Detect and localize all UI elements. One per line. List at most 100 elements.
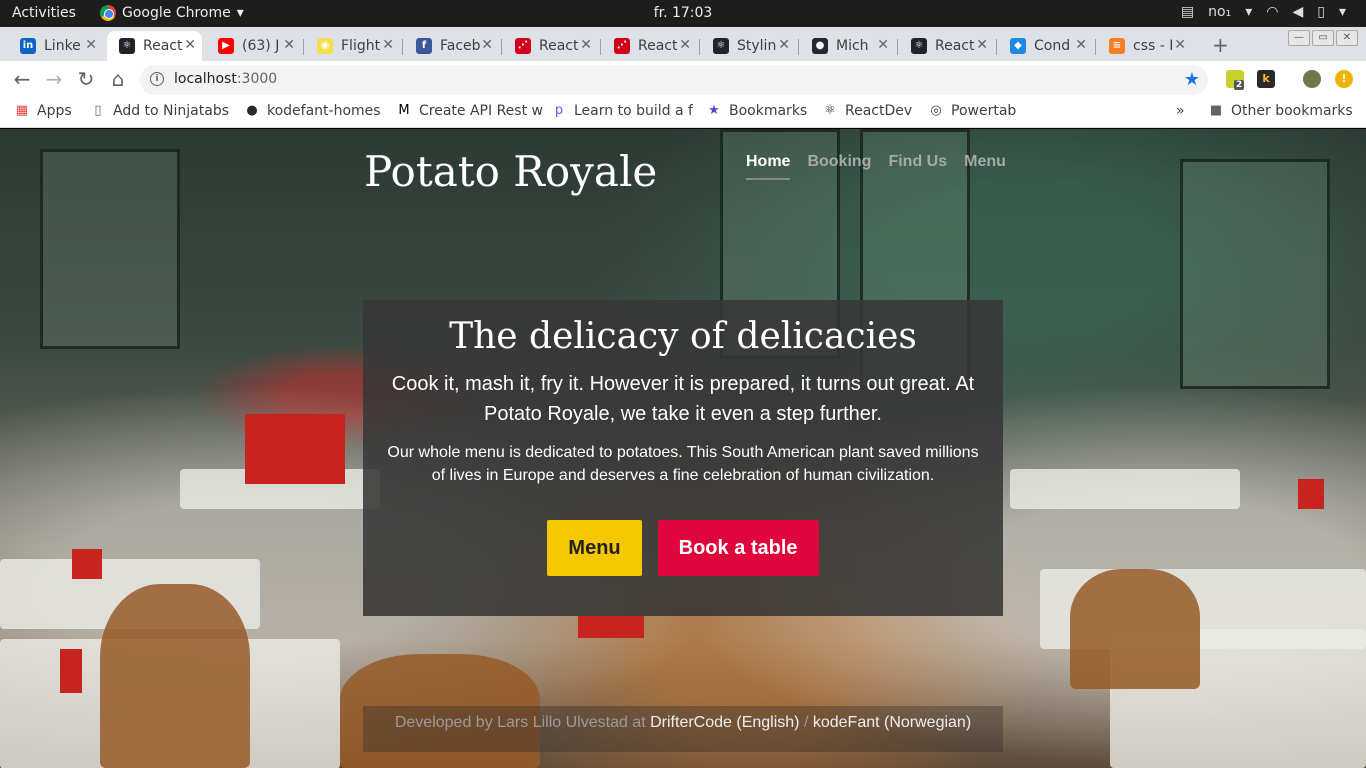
layout-arrow-icon[interactable]: ▾ bbox=[1245, 4, 1252, 20]
tab-close-icon[interactable]: ✕ bbox=[382, 37, 394, 53]
page-icon: ▯ bbox=[94, 103, 102, 118]
browser-tab[interactable]: ⋰ React ✕ bbox=[602, 31, 697, 61]
book-table-button[interactable]: Book a table bbox=[657, 520, 819, 576]
update-alert-icon[interactable]: ! bbox=[1335, 70, 1353, 88]
hero-body: Our whole menu is dedicated to potatoes.… bbox=[387, 444, 979, 484]
bookmark-item[interactable]: M Create API Rest w bbox=[396, 103, 543, 119]
react-icon: ⚛ bbox=[119, 38, 135, 54]
chrome-icon bbox=[100, 5, 116, 21]
wifi-icon[interactable]: ◠ bbox=[1266, 4, 1278, 20]
page-viewport: Potato Royale Home Booking Find Us Menu … bbox=[0, 129, 1366, 768]
bookmark-item[interactable]: p Learn to build a f bbox=[551, 103, 693, 119]
menu-button[interactable]: Menu bbox=[547, 520, 642, 576]
other-bookmarks-folder[interactable]: ■ Other bookmarks bbox=[1208, 103, 1353, 119]
background-table bbox=[1010, 469, 1240, 509]
browser-tab[interactable]: ◆ Cond ✕ bbox=[998, 31, 1093, 61]
url-port: :3000 bbox=[236, 71, 278, 87]
tab-close-icon[interactable]: ✕ bbox=[283, 37, 295, 53]
clipboard-icon[interactable]: ▤ bbox=[1181, 4, 1194, 20]
apps-grid-icon: ▦ bbox=[15, 103, 29, 118]
tab-close-icon[interactable]: ✕ bbox=[679, 37, 691, 53]
tab-close-icon[interactable]: ✕ bbox=[580, 37, 592, 53]
kodefant-extension-icon[interactable]: k bbox=[1257, 70, 1275, 88]
hero-card: The delicacy of delicacies Cook it, mash… bbox=[363, 300, 1003, 616]
bookmark-item[interactable]: ▦ Apps bbox=[14, 103, 72, 119]
tab-close-icon[interactable]: ✕ bbox=[1075, 37, 1087, 53]
react-icon: ⚛ bbox=[824, 103, 836, 118]
tab-close-icon[interactable]: ✕ bbox=[85, 37, 97, 53]
url-text[interactable]: localhost:3000 bbox=[174, 71, 277, 87]
minimize-button[interactable]: — bbox=[1288, 30, 1310, 46]
tab-separator bbox=[501, 39, 502, 55]
system-menu-arrow-icon[interactable]: ▾ bbox=[1339, 4, 1346, 20]
new-tab-button[interactable]: + bbox=[1212, 33, 1229, 57]
browser-tab[interactable]: ⚛ Stylin ✕ bbox=[701, 31, 796, 61]
app-name: Google Chrome bbox=[122, 5, 231, 21]
bookmark-item[interactable]: ● kodefant-homes bbox=[244, 103, 380, 119]
bookmark-item[interactable]: ★ Bookmarks bbox=[706, 103, 807, 119]
tab-strip: in Linke ✕ ⚛ React ✕ ▶ (63) J ✕ ◉ Flight ✕ f Faceb ✕ ⋰ R… bbox=[0, 27, 1366, 61]
site-title[interactable]: Potato Royale bbox=[364, 147, 657, 196]
driftercode-link[interactable]: DrifterCode (English) bbox=[650, 714, 799, 731]
powertab-icon: ◎ bbox=[930, 103, 942, 118]
tab-separator bbox=[798, 39, 799, 55]
browser-tab[interactable]: ⚛ React ✕ bbox=[107, 31, 202, 61]
window-controls: — ▭ ✕ bbox=[1288, 30, 1358, 46]
tab-close-icon[interactable]: ✕ bbox=[778, 37, 790, 53]
home-icon[interactable]: ⌂ bbox=[106, 67, 130, 91]
tab-close-icon[interactable]: ✕ bbox=[877, 37, 889, 53]
browser-tab[interactable]: in Linke ✕ bbox=[8, 31, 103, 61]
browser-tab[interactable]: ◉ Flight ✕ bbox=[305, 31, 400, 61]
bookmark-label: ReactDev bbox=[845, 103, 913, 119]
folder-icon: ■ bbox=[1209, 103, 1223, 118]
keyboard-layout[interactable]: no₁ bbox=[1208, 4, 1231, 20]
tab-close-icon[interactable]: ✕ bbox=[481, 37, 493, 53]
bookmarks-overflow-button[interactable]: » bbox=[1176, 103, 1185, 119]
nav-find-us[interactable]: Find Us bbox=[888, 153, 947, 180]
close-window-button[interactable]: ✕ bbox=[1336, 30, 1358, 46]
reload-icon[interactable]: ↻ bbox=[74, 67, 98, 91]
hero-lead: Cook it, mash it, fry it. However it is … bbox=[391, 373, 975, 425]
back-icon[interactable]: ← bbox=[10, 67, 34, 91]
browser-tab[interactable]: ▶ (63) J ✕ bbox=[206, 31, 301, 61]
url-host: localhost bbox=[174, 71, 237, 87]
activities-button[interactable]: Activities bbox=[12, 5, 76, 21]
background-salt-shaker bbox=[60, 649, 82, 693]
tab-close-icon[interactable]: ✕ bbox=[1174, 37, 1186, 53]
nav-menu[interactable]: Menu bbox=[964, 153, 1006, 180]
lightbulb-icon: ◉ bbox=[317, 38, 333, 54]
extension-badge-icon[interactable]: 2 bbox=[1226, 70, 1245, 90]
extension-badge-count: 2 bbox=[1233, 80, 1245, 90]
system-tray[interactable]: ▤ no₁ ▾ ◠ ◀ ▯ ▾ bbox=[1181, 4, 1346, 20]
star-icon: ★ bbox=[708, 103, 720, 118]
profile-avatar[interactable] bbox=[1303, 70, 1321, 88]
bookmark-item[interactable]: ▯ Add to Ninjatabs bbox=[90, 103, 229, 119]
forward-icon[interactable]: → bbox=[42, 67, 66, 91]
tab-separator bbox=[303, 39, 304, 55]
nav-booking[interactable]: Booking bbox=[807, 153, 871, 180]
site-info-icon[interactable]: i bbox=[150, 72, 164, 86]
browser-tab[interactable]: ⋰ React ✕ bbox=[503, 31, 598, 61]
browser-tab[interactable]: ⚛ React ✕ bbox=[899, 31, 994, 61]
restore-button[interactable]: ▭ bbox=[1312, 30, 1334, 46]
battery-icon[interactable]: ▯ bbox=[1317, 4, 1325, 20]
bookmark-star-icon[interactable]: ★ bbox=[1184, 69, 1200, 90]
react-router-icon: ⋰ bbox=[515, 38, 531, 54]
kodefant-link[interactable]: kodeFant (Norwegian) bbox=[813, 714, 971, 731]
bookmark-item[interactable]: ⚛ ReactDev bbox=[822, 103, 912, 119]
nav-home[interactable]: Home bbox=[746, 153, 791, 180]
bookmark-label: Bookmarks bbox=[729, 103, 808, 119]
volume-icon[interactable]: ◀ bbox=[1292, 4, 1303, 20]
bookmark-item[interactable]: ◎ Powertab bbox=[928, 103, 1016, 119]
browser-tab[interactable]: ● Mich ✕ bbox=[800, 31, 895, 61]
address-bar[interactable]: i localhost:3000 ★ bbox=[140, 65, 1208, 95]
background-salt-shaker bbox=[1298, 479, 1324, 509]
browser-tab[interactable]: f Faceb ✕ bbox=[404, 31, 499, 61]
tab-separator bbox=[996, 39, 997, 55]
bookmark-label: Powertab bbox=[951, 103, 1017, 119]
conda-icon: ◆ bbox=[1010, 38, 1026, 54]
app-menu[interactable]: Google Chrome ▾ bbox=[100, 5, 244, 21]
tab-close-icon[interactable]: ✕ bbox=[184, 37, 196, 53]
tab-close-icon[interactable]: ✕ bbox=[976, 37, 988, 53]
browser-tab[interactable]: ≡ css - I ✕ bbox=[1097, 31, 1192, 61]
